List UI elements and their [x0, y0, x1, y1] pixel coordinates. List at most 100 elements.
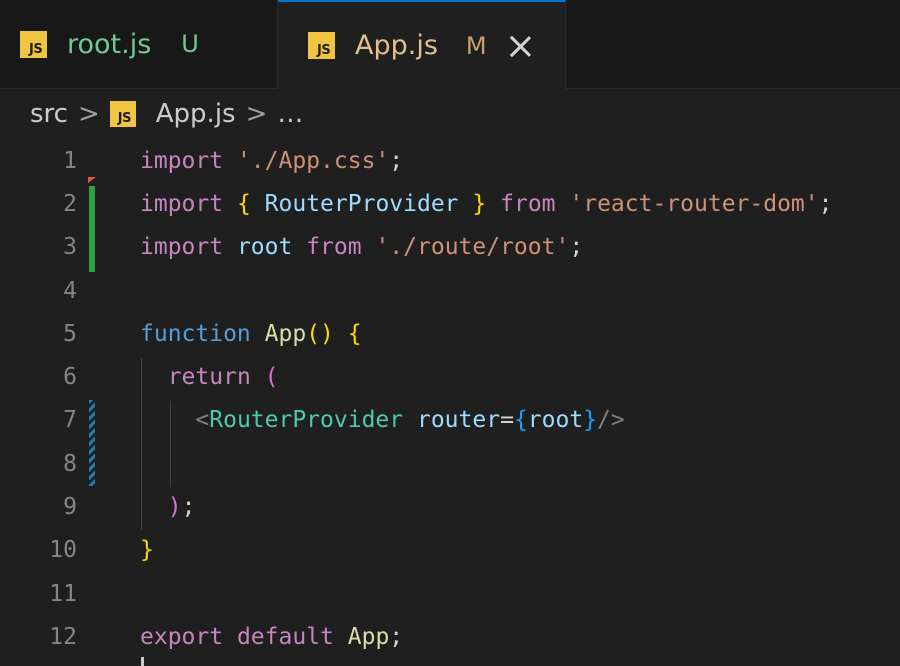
code-token: './route/root'	[375, 234, 570, 260]
js-file-icon: JS	[308, 32, 335, 59]
git-status-badge: M	[465, 31, 487, 60]
code-token: root	[236, 234, 293, 260]
code-token: function	[140, 321, 251, 347]
line-number: 2	[63, 191, 77, 217]
text-cursor	[141, 657, 144, 666]
code-token: export	[140, 624, 224, 650]
code-text: function App() {	[140, 313, 362, 356]
code-token: />	[597, 407, 625, 433]
code-token: ()	[306, 321, 334, 347]
code-token: from	[500, 191, 556, 217]
code-token: root	[527, 407, 584, 433]
code-text: }	[140, 529, 154, 572]
code-token: 'react-router-dom'	[569, 191, 819, 217]
line-number: 6	[63, 364, 77, 390]
code-text: export default App;	[140, 616, 403, 659]
code-token: ;	[818, 191, 833, 217]
editor-tab-bar: JS root.js U JS App.js M	[0, 0, 900, 89]
tab-label: root.js	[67, 28, 152, 60]
code-line[interactable]: 11	[0, 573, 900, 616]
code-text: import { RouterProvider } from 'react-ro…	[140, 183, 832, 226]
code-token: (	[264, 364, 279, 390]
chevron-right-icon: >	[77, 99, 100, 129]
line-number: 9	[63, 494, 77, 520]
line-number: 3	[63, 234, 77, 260]
code-token: App	[347, 624, 390, 650]
code-token: ;	[389, 148, 404, 174]
code-token: RouterProvider	[264, 191, 459, 217]
code-editor[interactable]: 1 import './App.css'; 2 import { RouterProv…	[0, 140, 900, 666]
code-line[interactable]: 12 export default App;	[0, 616, 900, 659]
code-token: ;	[569, 234, 584, 260]
breadcrumb-symbols[interactable]: …	[277, 99, 303, 129]
code-token: './App.css'	[236, 148, 390, 174]
code-line[interactable]: 10}	[0, 529, 900, 572]
code-token: App	[264, 321, 307, 347]
git-status-badge: U	[181, 30, 199, 58]
code-token: {	[236, 191, 251, 217]
code-line[interactable]: 2 import { RouterProvider } from 'react-r…	[0, 183, 900, 226]
line-number: 5	[63, 321, 77, 347]
js-file-icon: JS	[109, 101, 136, 127]
code-line[interactable]: 1 import './App.css';	[0, 140, 900, 183]
code-line[interactable]: 6 return (	[0, 356, 900, 399]
code-token: router	[416, 407, 501, 433]
line-number: 11	[49, 581, 77, 607]
code-token: }	[583, 407, 598, 433]
code-line[interactable]: 4	[0, 270, 900, 313]
code-token: {	[513, 407, 528, 433]
breadcrumb-folder[interactable]: src	[30, 99, 68, 129]
code-token: {	[347, 321, 362, 347]
code-token: import	[140, 148, 224, 174]
breadcrumb: src > JS App.js > …	[0, 89, 900, 139]
tab-app-js[interactable]: JS App.js M	[278, 0, 566, 89]
tab-label: App.js	[355, 30, 438, 61]
code-text: );	[140, 486, 196, 529]
close-icon[interactable]	[509, 35, 531, 57]
code-token: from	[306, 234, 362, 260]
code-token: }	[472, 191, 487, 217]
tab-root-js[interactable]: JS root.js U	[0, 0, 278, 88]
code-token: <	[195, 407, 210, 433]
line-number: 12	[49, 624, 77, 650]
code-token: ;	[181, 494, 196, 520]
code-text: <RouterProvider router={root}/>	[140, 399, 625, 442]
breadcrumb-file[interactable]: App.js	[156, 99, 236, 129]
line-number: 10	[49, 537, 77, 563]
code-text: import root from './route/root';	[140, 226, 583, 269]
line-number: 8	[63, 451, 77, 477]
code-token: ;	[389, 624, 404, 650]
indent-guide	[170, 401, 171, 487]
code-line[interactable]: 9 );	[0, 486, 900, 529]
code-line[interactable]: 3 import root from './route/root';	[0, 226, 900, 269]
js-file-icon: JS	[20, 30, 47, 58]
code-token: )	[167, 494, 182, 520]
code-line[interactable]: 5 function App() {	[0, 313, 900, 356]
line-number: 4	[63, 278, 77, 304]
code-token: }	[140, 537, 154, 563]
indent-guide	[141, 358, 142, 530]
code-line[interactable]: 8	[0, 443, 900, 486]
code-text: import './App.css';	[140, 140, 403, 183]
line-number: 7	[63, 407, 77, 433]
code-line[interactable]: 7 <RouterProvider router={root}/>	[0, 399, 900, 442]
code-token: RouterProvider	[209, 407, 404, 433]
